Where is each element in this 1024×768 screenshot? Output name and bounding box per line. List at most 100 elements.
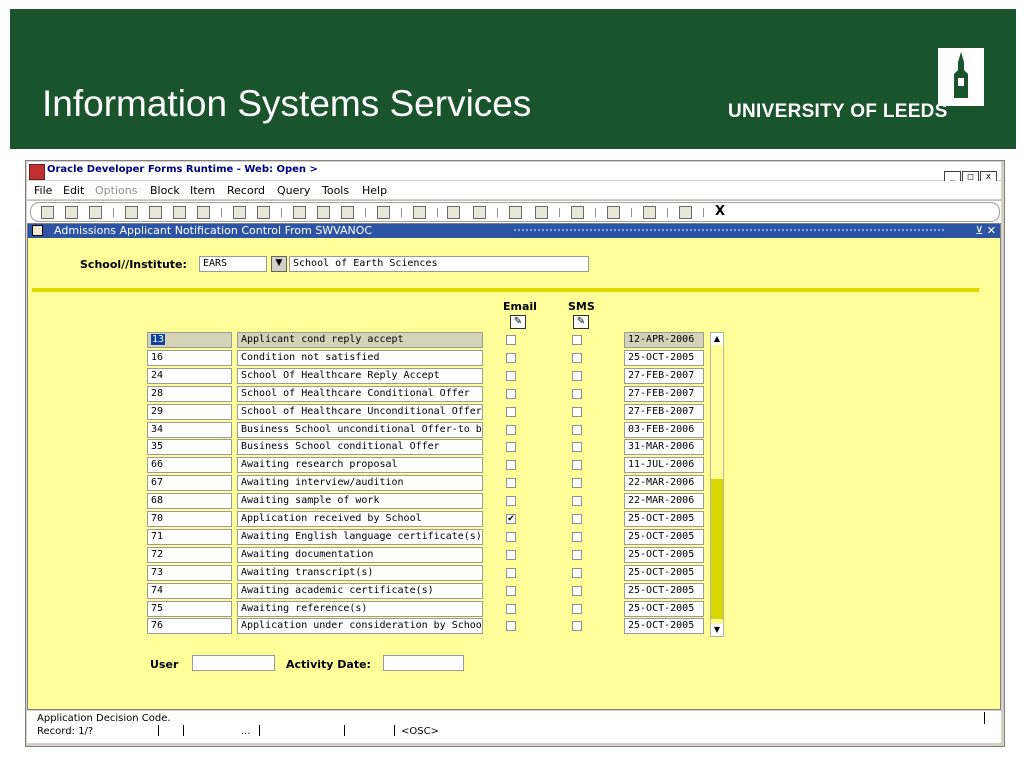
- sms-checkbox[interactable]: [572, 352, 582, 363]
- menu-edit[interactable]: Edit: [63, 184, 84, 197]
- menu-file[interactable]: File: [34, 184, 52, 197]
- menu-block[interactable]: Block: [150, 184, 180, 197]
- print-icon[interactable]: [89, 206, 102, 219]
- email-checkbox[interactable]: [506, 567, 516, 578]
- list-of-values-button[interactable]: ▼: [271, 256, 287, 272]
- decision-code-field[interactable]: 68: [147, 493, 232, 510]
- decision-description-field[interactable]: Awaiting English language certificate(s): [237, 528, 483, 545]
- menu-query[interactable]: Query: [277, 184, 310, 197]
- home-icon[interactable]: [643, 206, 656, 219]
- school-code-field[interactable]: EARS: [199, 256, 267, 272]
- sms-checkbox[interactable]: [572, 406, 582, 417]
- sms-checkbox[interactable]: [572, 621, 582, 632]
- previous-block-icon[interactable]: [125, 206, 138, 219]
- decision-code-field[interactable]: 76: [147, 618, 232, 635]
- decision-code-field[interactable]: 24: [147, 367, 232, 384]
- decision-description-field[interactable]: Condition not satisfied: [237, 349, 483, 366]
- sms-checkbox[interactable]: [572, 603, 582, 614]
- sms-checkbox[interactable]: [572, 567, 582, 578]
- decision-code-field[interactable]: 75: [147, 600, 232, 617]
- date-field[interactable]: 25-OCT-2005: [624, 618, 704, 635]
- sms-checkbox[interactable]: [572, 585, 582, 596]
- enter-query-icon[interactable]: [233, 206, 246, 219]
- date-field[interactable]: 31-MAR-2006: [624, 439, 704, 456]
- email-checkbox[interactable]: [506, 388, 516, 399]
- date-field[interactable]: 25-OCT-2005: [624, 546, 704, 563]
- next-block-icon[interactable]: [149, 206, 162, 219]
- decision-description-field[interactable]: Awaiting interview/audition: [237, 475, 483, 492]
- decision-description-field[interactable]: Application under consideration by Schoo…: [237, 618, 483, 635]
- edit-field-icon[interactable]: [413, 206, 426, 219]
- date-field[interactable]: 27-FEB-2007: [624, 385, 704, 402]
- decision-description-field[interactable]: Awaiting transcript(s): [237, 564, 483, 581]
- date-field[interactable]: 11-JUL-2006: [624, 457, 704, 474]
- decision-code-field[interactable]: 70: [147, 511, 232, 527]
- decision-code-field[interactable]: 66: [147, 457, 232, 474]
- previous-item-icon[interactable]: [509, 206, 522, 219]
- date-field[interactable]: 25-OCT-2005: [624, 582, 704, 599]
- sms-checkbox[interactable]: [572, 496, 582, 507]
- decision-description-field[interactable]: Applicant cond reply accept: [237, 332, 483, 348]
- sms-edit-pencil-icon[interactable]: ✎: [573, 315, 589, 329]
- decision-code-field[interactable]: 28: [147, 385, 232, 402]
- email-edit-pencil-icon[interactable]: ✎: [510, 315, 526, 329]
- email-checkbox[interactable]: [506, 335, 516, 345]
- delete-record-icon[interactable]: [341, 206, 354, 219]
- list-of-values-icon[interactable]: [377, 206, 390, 219]
- sms-checkbox[interactable]: [572, 514, 582, 524]
- email-checkbox[interactable]: ✔: [506, 514, 516, 524]
- email-checkbox[interactable]: [506, 585, 516, 596]
- email-checkbox[interactable]: [506, 370, 516, 381]
- navigate-icon[interactable]: [607, 206, 620, 219]
- email-checkbox[interactable]: [506, 531, 516, 542]
- menu-help[interactable]: Help: [362, 184, 387, 197]
- scroll-down-icon[interactable]: ▼: [711, 624, 723, 636]
- scroll-up-icon[interactable]: ▲: [711, 333, 723, 345]
- decision-code-field[interactable]: 73: [147, 564, 232, 581]
- email-checkbox[interactable]: [506, 460, 516, 471]
- decision-description-field[interactable]: Awaiting reference(s): [237, 600, 483, 617]
- save-icon[interactable]: [41, 206, 54, 219]
- execute-query-icon[interactable]: [257, 206, 270, 219]
- help-icon[interactable]: [679, 206, 692, 219]
- sms-checkbox[interactable]: [572, 370, 582, 381]
- date-field[interactable]: 25-OCT-2005: [624, 600, 704, 617]
- sms-checkbox[interactable]: [572, 335, 582, 345]
- next-record-icon[interactable]: [197, 206, 210, 219]
- sms-checkbox[interactable]: [572, 478, 582, 489]
- form-window-controls[interactable]: ⊻ ✕: [975, 224, 996, 238]
- email-checkbox[interactable]: [506, 406, 516, 417]
- decision-description-field[interactable]: School of Healthcare Unconditional Offer: [237, 403, 483, 420]
- menu-options[interactable]: Options: [95, 184, 137, 197]
- records-scrollbar[interactable]: ▲ ▼: [710, 332, 724, 637]
- decision-description-field[interactable]: Awaiting academic certificate(s): [237, 582, 483, 599]
- sms-checkbox[interactable]: [572, 549, 582, 560]
- decision-description-field[interactable]: Awaiting research proposal: [237, 457, 483, 474]
- date-field[interactable]: 25-OCT-2005: [624, 349, 704, 366]
- date-field[interactable]: 27-FEB-2007: [624, 403, 704, 420]
- undo-icon[interactable]: [65, 206, 78, 219]
- email-checkbox[interactable]: [506, 621, 516, 632]
- decision-code-field[interactable]: 67: [147, 475, 232, 492]
- sms-checkbox[interactable]: [572, 531, 582, 542]
- decision-description-field[interactable]: Business School conditional Offer: [237, 439, 483, 456]
- decision-description-field[interactable]: Awaiting sample of work: [237, 493, 483, 510]
- decision-code-field[interactable]: 74: [147, 582, 232, 599]
- menu-item[interactable]: Item: [190, 184, 215, 197]
- decision-code-field[interactable]: 13: [147, 332, 232, 348]
- clear-field-icon[interactable]: [447, 206, 460, 219]
- date-field[interactable]: 25-OCT-2005: [624, 511, 704, 527]
- decision-description-field[interactable]: School of Healthcare Conditional Offer: [237, 385, 483, 402]
- clear-record-icon[interactable]: [473, 206, 486, 219]
- email-checkbox[interactable]: [506, 442, 516, 453]
- decision-description-field[interactable]: School Of Healthcare Reply Accept: [237, 367, 483, 384]
- user-field[interactable]: [192, 655, 275, 671]
- scrollbar-thumb[interactable]: [711, 479, 723, 619]
- insert-record-icon[interactable]: [293, 206, 306, 219]
- email-checkbox[interactable]: [506, 424, 516, 435]
- sms-checkbox[interactable]: [572, 388, 582, 399]
- decision-code-field[interactable]: 29: [147, 403, 232, 420]
- next-item-icon[interactable]: [535, 206, 548, 219]
- database-icon[interactable]: [317, 206, 330, 219]
- sms-checkbox[interactable]: [572, 442, 582, 453]
